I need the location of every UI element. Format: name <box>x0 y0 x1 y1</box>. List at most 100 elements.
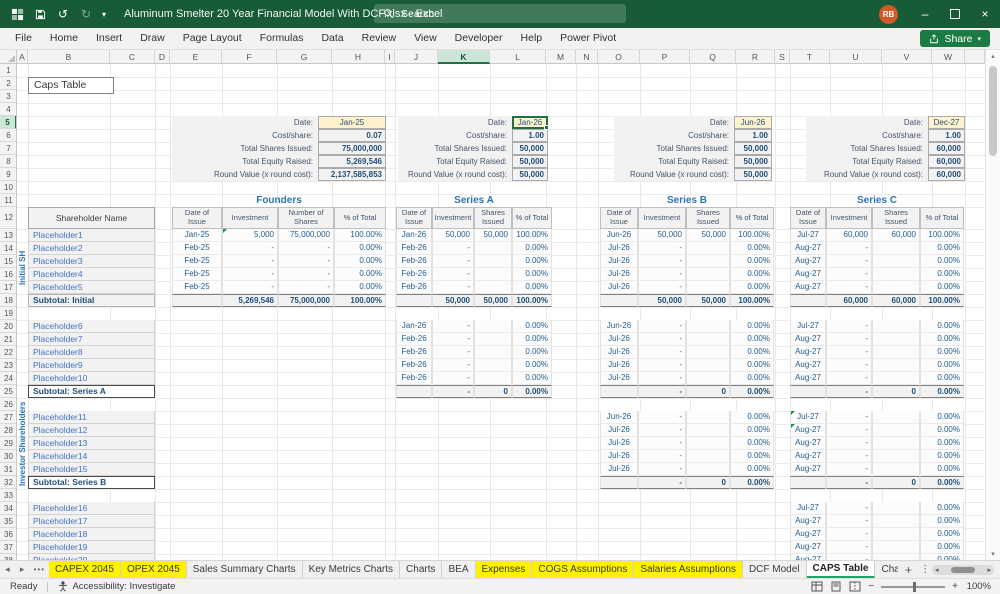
subtotal-cell[interactable] <box>396 385 432 398</box>
shareholder-name[interactable]: Placeholder5 <box>28 281 155 294</box>
subtotal-cell[interactable]: 100.00% <box>730 294 774 307</box>
cell[interactable]: Jul-26 <box>600 450 638 463</box>
excel-app-icon[interactable] <box>6 3 28 25</box>
cell[interactable]: 0.00% <box>920 268 964 281</box>
subtotal-cell[interactable]: 0 <box>686 385 730 398</box>
cell[interactable]: - <box>638 281 686 294</box>
table-column-header[interactable]: Investment <box>638 207 686 229</box>
cell[interactable] <box>686 411 730 424</box>
shareholder-name[interactable]: Placeholder7 <box>28 333 155 346</box>
subtotal-cell[interactable] <box>600 294 638 307</box>
cell[interactable] <box>686 463 730 476</box>
subtotal-cell[interactable]: 5,269,546 <box>222 294 278 307</box>
cell[interactable]: - <box>638 346 686 359</box>
cell[interactable]: - <box>278 281 334 294</box>
cell[interactable] <box>872 450 920 463</box>
info-value[interactable]: 5,269,546 <box>318 155 386 168</box>
cell[interactable]: - <box>222 281 278 294</box>
cell[interactable]: - <box>826 450 872 463</box>
select-all-corner[interactable] <box>0 50 17 64</box>
cell[interactable]: - <box>638 242 686 255</box>
cell[interactable]: Jul-26 <box>600 281 638 294</box>
sheet-nav-left-icon[interactable]: ◂ <box>0 561 15 578</box>
cell[interactable]: Jul-27 <box>790 411 826 424</box>
shareholder-name[interactable]: Placeholder18 <box>28 528 155 541</box>
cell[interactable]: - <box>638 255 686 268</box>
accessibility-status[interactable]: Accessibility: Investigate <box>58 581 175 592</box>
cell[interactable]: - <box>638 463 686 476</box>
cell[interactable] <box>686 359 730 372</box>
cell[interactable]: 0.00% <box>334 268 386 281</box>
cell[interactable]: 0.00% <box>920 502 964 515</box>
shareholder-name[interactable]: Placeholder4 <box>28 268 155 281</box>
cell[interactable]: Feb-25 <box>172 255 222 268</box>
column-header-h[interactable]: H <box>332 50 385 64</box>
cell[interactable]: 0.00% <box>512 320 552 333</box>
row-header-5[interactable]: 5 <box>0 116 17 129</box>
cell[interactable]: - <box>826 346 872 359</box>
cell[interactable]: - <box>826 268 872 281</box>
subtotal-cell[interactable]: 0 <box>474 385 512 398</box>
cell[interactable]: Aug-27 <box>790 515 826 528</box>
cell[interactable]: Jul-27 <box>790 229 826 242</box>
cell[interactable] <box>872 346 920 359</box>
sheet-tab-char[interactable]: Char <box>875 561 898 578</box>
info-value[interactable]: 60,000 <box>928 168 965 181</box>
save-icon[interactable] <box>29 3 51 25</box>
row-header-9[interactable]: 9 <box>0 168 17 181</box>
cell[interactable]: Jun-26 <box>600 229 638 242</box>
cell[interactable]: - <box>826 255 872 268</box>
column-header-f[interactable]: F <box>222 50 277 64</box>
row-header-7[interactable]: 7 <box>0 142 17 155</box>
column-header-r[interactable]: R <box>736 50 775 64</box>
row-header-26[interactable]: 26 <box>0 398 17 411</box>
cell[interactable]: - <box>826 242 872 255</box>
cell[interactable]: Aug-27 <box>790 372 826 385</box>
row-header-21[interactable]: 21 <box>0 333 17 346</box>
cell[interactable]: 0.00% <box>730 359 774 372</box>
fill-handle[interactable] <box>544 125 549 130</box>
column-header-g[interactable]: G <box>277 50 332 64</box>
cell[interactable]: - <box>278 268 334 281</box>
cell[interactable]: - <box>432 320 474 333</box>
shareholder-name[interactable]: Placeholder3 <box>28 255 155 268</box>
cell[interactable] <box>872 411 920 424</box>
cell[interactable] <box>474 346 512 359</box>
share-button[interactable]: Share ▾ <box>920 30 990 47</box>
table-column-header[interactable]: Date of Issue <box>172 207 222 229</box>
group-label-initial-sh[interactable]: Initial SH <box>17 229 28 307</box>
shareholder-name-header[interactable]: Shareholder Name <box>28 207 155 229</box>
cell[interactable]: Feb-26 <box>396 281 432 294</box>
subtotal-cell[interactable]: 0 <box>872 385 920 398</box>
cell[interactable]: Feb-26 <box>396 242 432 255</box>
cell[interactable]: - <box>638 268 686 281</box>
cell[interactable]: - <box>432 333 474 346</box>
cell[interactable]: 100.00% <box>920 229 964 242</box>
cell[interactable]: 60,000 <box>872 229 920 242</box>
row-header-19[interactable]: 19 <box>0 307 17 320</box>
hscroll-right-icon[interactable]: ▸ <box>988 566 992 574</box>
cell[interactable]: Jul-26 <box>600 463 638 476</box>
sheet-tab-salaries-assumptions[interactable]: Salaries Assumptions <box>634 561 743 578</box>
avatar[interactable]: RB <box>879 5 898 24</box>
cell[interactable]: 75,000,000 <box>278 229 334 242</box>
cell[interactable]: Feb-25 <box>172 281 222 294</box>
cell[interactable]: 0.00% <box>512 242 552 255</box>
redo-icon[interactable]: ↻ <box>75 3 97 25</box>
cell[interactable]: - <box>826 541 872 554</box>
shareholder-name[interactable]: Placeholder13 <box>28 437 155 450</box>
cell[interactable] <box>872 281 920 294</box>
sheet-more-icon[interactable]: ••• <box>30 561 49 578</box>
column-header-a[interactable]: A <box>17 50 28 64</box>
column-header-e[interactable]: E <box>170 50 222 64</box>
hscroll-left-icon[interactable]: ◂ <box>935 566 939 574</box>
cell[interactable]: 0.00% <box>512 333 552 346</box>
ribbon-tab-draw[interactable]: Draw <box>131 28 174 49</box>
cell[interactable]: - <box>826 372 872 385</box>
row-header-27[interactable]: 27 <box>0 411 17 424</box>
cell[interactable] <box>474 242 512 255</box>
vscroll-thumb[interactable] <box>989 66 997 156</box>
cell[interactable]: - <box>826 437 872 450</box>
cell[interactable]: - <box>638 437 686 450</box>
row-header-8[interactable]: 8 <box>0 155 17 168</box>
